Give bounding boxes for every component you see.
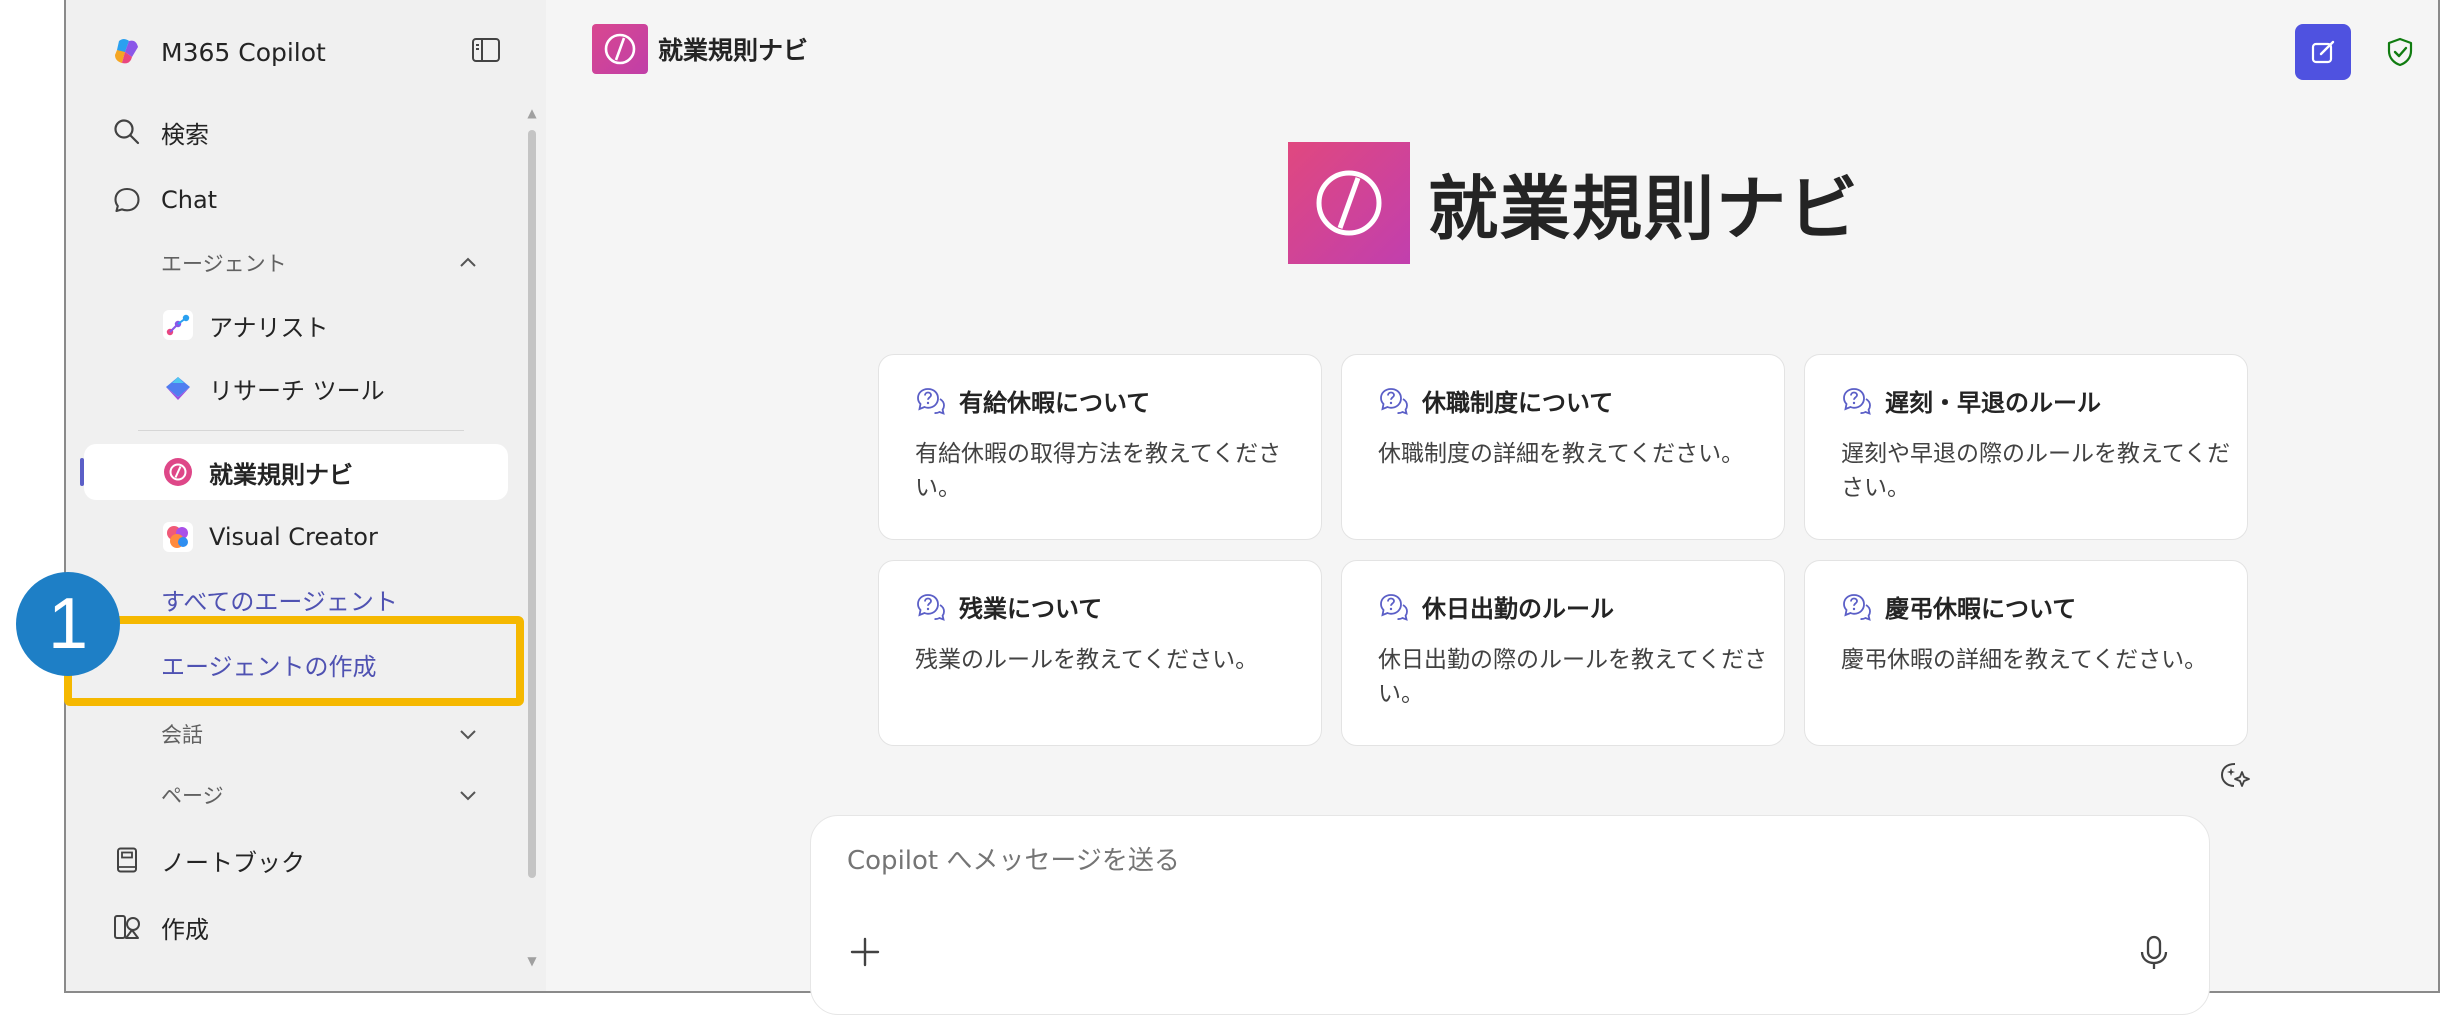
prompt-card-body: 遅刻や早退の際のルールを教えてください。 bbox=[1841, 441, 2231, 501]
conversations-section-header[interactable]: 会話 bbox=[66, 709, 536, 759]
create-shapes-icon bbox=[110, 910, 144, 944]
prompt-card-body: 休職制度の詳細を教えてください。 bbox=[1378, 441, 1745, 467]
question-chat-icon bbox=[1380, 593, 1408, 621]
pages-label: ページ bbox=[161, 784, 224, 808]
chat-bubble-icon bbox=[110, 183, 144, 217]
prompt-card-body: 残業のルールを教えてください。 bbox=[915, 647, 1259, 673]
prompt-card-title: 慶弔休暇について bbox=[1885, 595, 2077, 623]
chevron-up-icon bbox=[460, 257, 476, 267]
nav-notebook-label: ノートブック bbox=[161, 848, 305, 877]
sidebar-item-label: アナリスト bbox=[209, 313, 329, 342]
work-rules-agent-icon bbox=[164, 458, 192, 486]
prompt-card-body: 有給休暇の取得方法を教えてください。 bbox=[915, 441, 1282, 501]
sidebar-item-label: Visual Creator bbox=[209, 523, 378, 551]
microphone-icon[interactable] bbox=[2137, 934, 2171, 972]
prompt-card[interactable]: 有給休暇について 有給休暇の取得方法を教えてください。 bbox=[878, 354, 1322, 540]
pages-section-header[interactable]: ページ bbox=[66, 770, 536, 820]
conversations-label: 会話 bbox=[161, 723, 203, 747]
notebook-icon bbox=[110, 843, 144, 877]
prompt-card-body: 休日出勤の際のルールを教えてください。 bbox=[1378, 647, 1768, 707]
prompt-card[interactable]: 慶弔休暇について 慶弔休暇の詳細を教えてください。 bbox=[1804, 560, 2248, 746]
agent-logo-icon bbox=[592, 24, 648, 74]
question-chat-icon bbox=[1843, 387, 1871, 415]
chevron-down-icon bbox=[460, 730, 476, 740]
app-window: M365 Copilot 検索 Chat エージェント アナリスト リサーチ ツ… bbox=[16, 0, 2440, 1015]
shield-check-icon bbox=[2387, 37, 2413, 67]
nav-chat[interactable]: Chat bbox=[66, 172, 536, 228]
prompt-card[interactable]: 休職制度について 休職制度の詳細を教えてください。 bbox=[1341, 354, 1785, 540]
copilot-logo-icon bbox=[115, 39, 138, 64]
sidebar-item-analyst[interactable]: アナリスト bbox=[66, 297, 536, 353]
question-chat-icon bbox=[1380, 387, 1408, 415]
prompt-card[interactable]: 休日出勤のルール 休日出勤の際のルールを教えてください。 bbox=[1341, 560, 1785, 746]
analyst-agent-icon bbox=[163, 310, 193, 340]
question-chat-icon bbox=[917, 593, 945, 621]
compose-icon bbox=[2311, 40, 2335, 64]
callout-highlight-box bbox=[64, 616, 524, 706]
scroll-up-arrow[interactable]: ▲ bbox=[526, 107, 538, 119]
nav-notebook[interactable]: ノートブック bbox=[66, 832, 536, 888]
nav-create[interactable]: 作成 bbox=[66, 899, 536, 955]
sidebar-scrollbar[interactable] bbox=[528, 130, 536, 878]
prompt-card-title: 残業について bbox=[959, 595, 1103, 623]
sidebar-item-label: リサーチ ツール bbox=[209, 376, 385, 405]
app-header: M365 Copilot bbox=[66, 30, 536, 74]
agent-hero-logo-icon bbox=[1288, 142, 1410, 264]
chevron-down-icon bbox=[460, 791, 476, 801]
agents-section-label: エージェント bbox=[161, 252, 287, 276]
visual-creator-icon bbox=[163, 522, 193, 552]
prompt-card-title: 有給休暇について bbox=[959, 389, 1151, 417]
search-icon bbox=[110, 115, 144, 149]
question-chat-icon bbox=[1843, 593, 1871, 621]
nav-search[interactable]: 検索 bbox=[66, 104, 536, 160]
research-agent-icon bbox=[166, 377, 190, 400]
agent-header-name: 就業規則ナビ bbox=[658, 36, 809, 65]
all-agents-label: すべてのエージェント bbox=[161, 587, 398, 616]
callout-number-badge: 1 bbox=[16, 572, 120, 676]
sidebar-toggle-icon[interactable] bbox=[470, 36, 502, 64]
new-chat-button[interactable] bbox=[2295, 24, 2351, 80]
nav-create-label: 作成 bbox=[161, 915, 209, 944]
sidebar-item-research-tool[interactable]: リサーチ ツール bbox=[66, 360, 536, 416]
prompt-suggestions-sparkle-icon[interactable] bbox=[2216, 756, 2254, 794]
scroll-down-arrow[interactable]: ▼ bbox=[526, 955, 538, 967]
prompt-card-title: 休職制度について bbox=[1422, 389, 1614, 417]
sidebar-item-label: 就業規則ナビ bbox=[209, 460, 353, 489]
prompt-card-body: 慶弔休暇の詳細を教えてください。 bbox=[1841, 647, 2208, 673]
agent-header[interactable]: 就業規則ナビ bbox=[592, 24, 808, 74]
prompt-card[interactable]: 遅刻・早退のルール 遅刻や早退の際のルールを教えてください。 bbox=[1804, 354, 2248, 540]
agent-hero-title: 就業規則ナビ bbox=[1428, 167, 1860, 250]
main-content: 就業規則ナビ 就業規則ナビ 有給休暇について 有給休暇の取得方法を教えてください… bbox=[546, 0, 2438, 1015]
protection-status-button[interactable] bbox=[2372, 24, 2428, 80]
message-composer bbox=[810, 815, 2210, 1015]
prompt-card-title: 遅刻・早退のルール bbox=[1885, 389, 2101, 417]
app-title: M365 Copilot bbox=[161, 37, 326, 67]
sidebar-item-work-rules-navi[interactable]: 就業規則ナビ bbox=[84, 444, 508, 500]
nav-chat-label: Chat bbox=[161, 186, 218, 214]
prompt-card-title: 休日出勤のルール bbox=[1422, 595, 1614, 623]
message-input[interactable] bbox=[847, 846, 2047, 876]
question-chat-icon bbox=[917, 387, 945, 415]
nav-search-label: 検索 bbox=[161, 120, 209, 149]
sidebar-divider bbox=[138, 430, 464, 431]
add-attachment-icon[interactable] bbox=[847, 934, 883, 970]
sidebar-item-visual-creator[interactable]: Visual Creator bbox=[66, 509, 536, 565]
sidebar: M365 Copilot 検索 Chat エージェント アナリスト リサーチ ツ… bbox=[16, 0, 546, 991]
agent-hero: 就業規則ナビ bbox=[1288, 142, 1860, 264]
agents-section-header[interactable]: エージェント bbox=[66, 238, 536, 288]
prompt-card[interactable]: 残業について 残業のルールを教えてください。 bbox=[878, 560, 1322, 746]
